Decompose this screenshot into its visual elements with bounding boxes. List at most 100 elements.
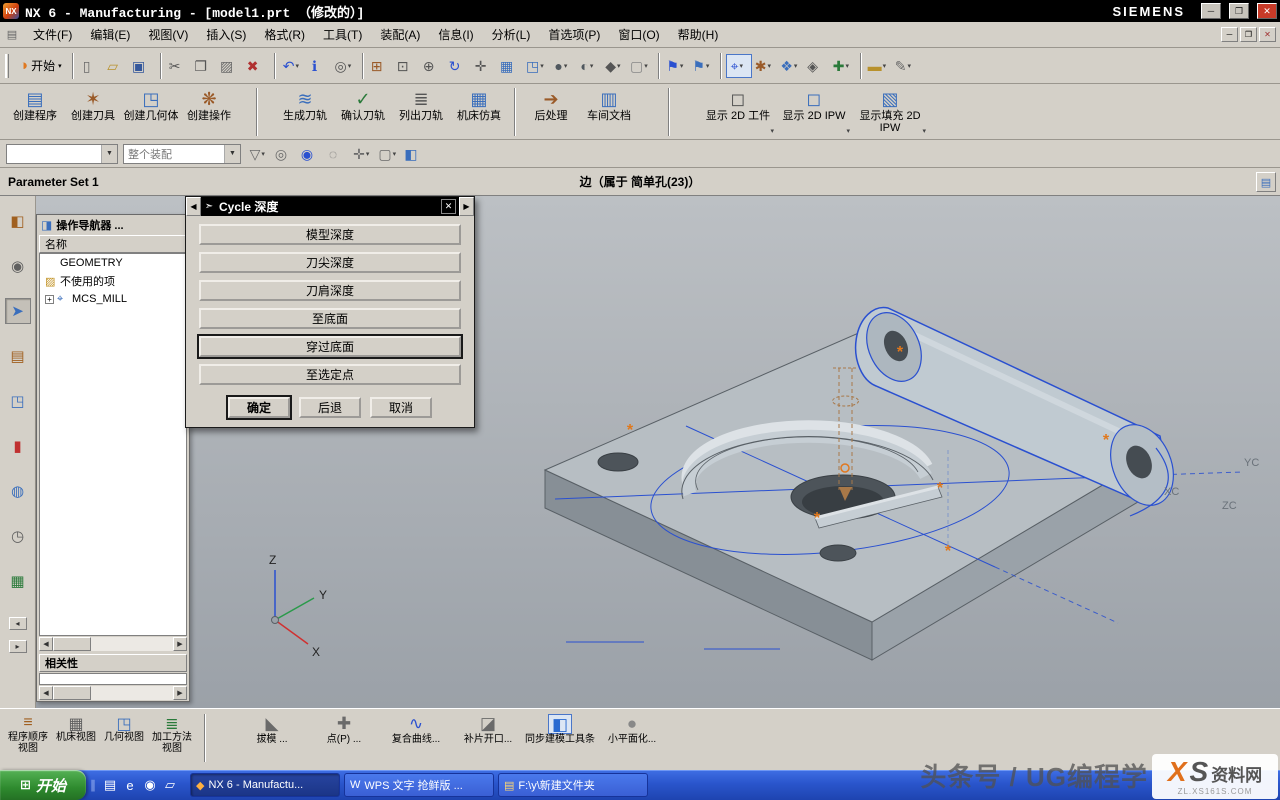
deselect-icon[interactable]: ◌ (324, 142, 350, 166)
composite-curve-button[interactable]: ∿ 复合曲线... (380, 712, 452, 768)
annotation-icon[interactable]: ✎ ▾ (892, 54, 918, 78)
tree-row-geometry[interactable]: GEOMETRY (40, 254, 186, 272)
face-analysis-icon[interactable]: ◆ ▾ (602, 54, 628, 78)
dialog-titlebar[interactable]: ◀ ➣ Cycle 深度 ✕ ▶ (186, 197, 474, 216)
snap-icon[interactable]: ✛ ▾ (350, 142, 376, 166)
ok-button[interactable]: 确定 (228, 397, 290, 418)
dependencies-hscrollbar[interactable]: ◀ ▶ (39, 686, 187, 700)
fit-view-icon[interactable]: ⊞ (368, 54, 394, 78)
tool-shoulder-depth-button[interactable]: 刀肩深度 (199, 280, 461, 301)
dialog-close-icon[interactable]: ✕ (441, 199, 456, 214)
create-tool-button[interactable]: ✶ 创建刀具 (64, 86, 122, 138)
menu-item[interactable]: 插入(S) (197, 22, 255, 47)
history-icon[interactable]: ◷ (5, 523, 31, 549)
hide-icon[interactable]: ⚑ ▾ (690, 54, 716, 78)
menu-item[interactable]: 视图(V) (139, 22, 197, 47)
child-close-button[interactable]: ✕ (1259, 27, 1276, 42)
quick-desktop-icon[interactable]: ▤ (100, 774, 120, 796)
resource-expand-icon[interactable]: ▸ (9, 640, 27, 653)
hd3d-tools-icon[interactable]: ▮ (5, 433, 31, 459)
quick-folder-icon[interactable]: ▱ (160, 774, 180, 796)
scroll-thumb[interactable] (53, 686, 91, 700)
pan-icon[interactable]: ✛ (472, 54, 498, 78)
scroll-left-icon[interactable]: ◀ (39, 637, 53, 651)
menu-item[interactable]: 格式(R) (255, 22, 314, 47)
postprocess-button[interactable]: ➔ 后处理 (522, 86, 580, 138)
navigator-hscrollbar[interactable]: ◀ ▶ (39, 637, 187, 651)
task-nx[interactable]: ◆ NX 6 - Manufactu... (190, 773, 340, 797)
menu-item[interactable]: 分析(L) (483, 22, 540, 47)
create-program-button[interactable]: ▤ 创建程序 (6, 86, 64, 138)
start-button[interactable]: ⊞ 开始 (0, 770, 86, 800)
snap-point-icon[interactable]: ✱ ▾ (752, 54, 778, 78)
show-filled-2d-ipw-button[interactable]: ▧ 显示填充 2D IPW ▾ (852, 86, 928, 138)
maximize-button[interactable]: ❐ (1229, 3, 1249, 19)
task-wps[interactable]: W WPS 文字 抢鲜版 ... (344, 773, 494, 797)
quick-ie-icon[interactable]: e (120, 774, 140, 796)
snapshot-icon[interactable]: ▦ (498, 54, 524, 78)
dialog-forward-icon[interactable]: ▶ (459, 197, 474, 216)
point-button[interactable]: ✚ 点(P) ... (308, 712, 380, 768)
generate-toolpath-button[interactable]: ≋ 生成刀轨 (276, 86, 334, 138)
tree-row-unused[interactable]: ▨ 不使用的项 (40, 272, 186, 290)
cancel-button[interactable]: 取消 (370, 397, 432, 418)
type-filter-combo[interactable]: ▼ (6, 144, 118, 164)
create-geometry-button[interactable]: ◳ 创建几何体 (122, 86, 180, 138)
child-restore-button[interactable]: ❐ (1240, 27, 1257, 42)
machine-tool-view-button[interactable]: ▦ 机床视图 (52, 712, 100, 768)
menu-item[interactable]: 文件(F) (24, 22, 81, 47)
paste-icon[interactable]: ▨ (218, 54, 244, 78)
machine-navigator-icon[interactable]: ▤ (5, 343, 31, 369)
web-browser-icon[interactable]: ◍ (5, 478, 31, 504)
assembly-navigator-icon[interactable]: ◧ (5, 208, 31, 234)
new-icon[interactable]: ▯ (78, 54, 104, 78)
task-folder[interactable]: ▤ F:\y\新建文件夹 (498, 773, 648, 797)
facet-button[interactable]: ● 小平面化... (596, 712, 668, 768)
point-constructor-icon[interactable]: ❖ ▾ (778, 54, 804, 78)
menu-item[interactable]: 工具(T) (314, 22, 371, 47)
resource-pin-icon[interactable]: ◂ (9, 617, 27, 630)
combo-dropdown-icon[interactable]: ▼ (224, 145, 240, 163)
to-selected-point-button[interactable]: 至选定点 (199, 364, 461, 385)
scroll-right-icon[interactable]: ▶ (173, 637, 187, 651)
wcs-dynamics-icon[interactable]: ⌖ ▾ (726, 54, 752, 78)
delete-icon[interactable]: ✖ (244, 54, 270, 78)
navigator-header[interactable]: ◨ 操作导航器 ... (37, 215, 189, 235)
menu-item[interactable]: 首选项(P) (539, 22, 609, 47)
close-button[interactable]: ✕ (1257, 3, 1277, 19)
copy-icon[interactable]: ❐ (192, 54, 218, 78)
quick-media-icon[interactable]: ◉ (140, 774, 160, 796)
show-hide-icon[interactable]: ⚑ ▾ (664, 54, 690, 78)
zoom-icon[interactable]: ⊕ (420, 54, 446, 78)
background-icon[interactable]: ▢ ▾ (628, 54, 654, 78)
minimize-button[interactable]: ─ (1201, 3, 1221, 19)
cut-icon[interactable]: ✂ (166, 54, 192, 78)
zoom-box-icon[interactable]: ⊡ (394, 54, 420, 78)
solid-select-icon[interactable]: ◧ (402, 142, 428, 166)
create-operation-button[interactable]: ❋ 创建操作 (180, 86, 238, 138)
menu-item[interactable]: 装配(A) (371, 22, 429, 47)
child-minimize-button[interactable]: ─ (1221, 27, 1238, 42)
combo-dropdown-icon[interactable]: ▼ (101, 145, 117, 163)
save-icon[interactable]: ▣ (130, 54, 156, 78)
type-filter-icon[interactable]: ▽ ▾ (246, 142, 272, 166)
status-list-icon[interactable]: ▤ (1256, 172, 1276, 192)
iso-view-icon[interactable]: ◳ ▾ (524, 54, 550, 78)
name-column-header[interactable]: 名称 (39, 235, 187, 253)
patch-opening-button[interactable]: ◪ 补片开口... (452, 712, 524, 768)
model-depth-button[interactable]: 模型深度 (199, 224, 461, 245)
menu-item[interactable]: 窗口(O) (609, 22, 668, 47)
view-operations-icon[interactable]: ◎ ▾ (332, 54, 358, 78)
back-button[interactable]: 后退 (299, 397, 361, 418)
measure-icon[interactable]: ✚ ▾ (830, 54, 856, 78)
show-2d-workpiece-button[interactable]: ◻ 显示 2D 工件 ▾ (700, 86, 776, 138)
ruler-icon[interactable]: ▬ ▾ (866, 54, 892, 78)
through-bottom-button[interactable]: 穿过底面 (199, 336, 461, 357)
verify-toolpath-button[interactable]: ✓ 确认刀轨 (334, 86, 392, 138)
shaded-view-icon[interactable]: ● ▾ (550, 54, 576, 78)
scroll-thumb[interactable] (53, 637, 91, 651)
scroll-right-icon[interactable]: ▶ (173, 686, 187, 700)
expander-icon[interactable]: + (45, 295, 54, 304)
constraint-navigator-icon[interactable]: ◉ (5, 253, 31, 279)
start-menu-button[interactable]: ◑ 开始 ▾ (13, 55, 68, 76)
